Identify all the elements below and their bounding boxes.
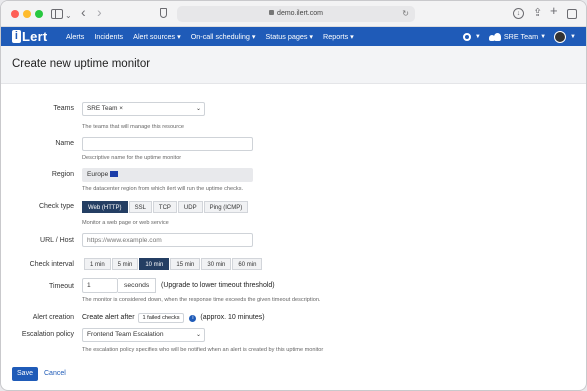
chevron-down-icon[interactable]: ⌄ (65, 9, 72, 23)
escalation-policy-value: Frontend Team Escalation (87, 331, 164, 338)
timeout-label: Timeout (48, 283, 74, 290)
interval-option-30min[interactable]: 30 min (201, 258, 232, 270)
check-type-option-tcp[interactable]: TCP (152, 201, 177, 213)
nav-item-alert-sources[interactable]: Alert sources ▾ (133, 32, 181, 41)
info-icon[interactable]: i (189, 315, 197, 322)
logo-mark: i (12, 30, 21, 43)
check-type-option-web[interactable]: Web (HTTP) (82, 201, 128, 213)
name-help: Descriptive name for the uptime monitor (82, 155, 182, 161)
check-type-help: Monitor a web page or web service (82, 220, 169, 226)
close-window-button[interactable] (11, 10, 19, 18)
alert-creation-row: Create alert after 1 failed checks i (ap… (82, 313, 265, 323)
ilert-logo[interactable]: i Lert (12, 29, 47, 44)
top-nav: i Lert Alerts Incidents Alert sources ▾ O… (1, 27, 586, 46)
minimize-window-button[interactable] (23, 10, 31, 18)
region-label: Region (51, 171, 74, 178)
check-interval-label: Check interval (29, 261, 74, 268)
region-select[interactable]: Europe (82, 168, 253, 182)
tab-overview-icon[interactable] (567, 9, 577, 19)
escalation-policy-help: The escalation policy specifies who will… (82, 347, 324, 353)
avatar[interactable] (554, 30, 567, 43)
reload-icon[interactable]: ↻ (402, 6, 409, 22)
failed-checks-selector[interactable]: 1 failed checks (138, 313, 184, 323)
address-bar[interactable]: demo.ilert.com ↻ (177, 6, 415, 22)
nav-items: Alerts Incidents Alert sources ▾ On-call… (66, 27, 364, 46)
team-icon (488, 32, 501, 41)
interval-option-10min[interactable]: 10 min (139, 258, 170, 270)
alert-creation-suffix: (approx. 10 minutes) (200, 314, 265, 321)
nav-item-incidents[interactable]: Incidents (94, 32, 123, 41)
nav-item-on-call-scheduling[interactable]: On-call scheduling ▾ (191, 32, 256, 41)
nav-item-reports[interactable]: Reports ▾ (323, 32, 354, 41)
shield-icon[interactable] (160, 8, 167, 18)
team-switcher[interactable]: SRE Team (504, 32, 538, 41)
check-interval-segmented: 1 min 5 min 10 min 15 min 30 min 60 min (84, 258, 263, 270)
chevron-down-icon[interactable]: ▼ (475, 34, 481, 40)
team-tag: SRE Team × (87, 103, 123, 115)
chevron-down-icon: ⌄ (195, 106, 201, 112)
download-icon[interactable]: ↓ (513, 8, 524, 19)
gear-icon[interactable] (462, 32, 471, 41)
teams-select[interactable]: SRE Team × ⌄ (82, 102, 205, 116)
region-value: Europe (87, 171, 109, 178)
interval-option-1min[interactable]: 1 min (84, 258, 111, 270)
chevron-down-icon: ⌄ (195, 332, 201, 338)
chevron-down-icon[interactable]: ▼ (570, 34, 576, 40)
interval-option-15min[interactable]: 15 min (170, 258, 201, 270)
forward-icon[interactable]: › (97, 5, 102, 19)
name-input[interactable] (82, 137, 253, 151)
teams-label: Teams (53, 105, 74, 112)
nav-right: ▼ SRE Team ▼ ▼ (462, 27, 576, 46)
maximize-window-button[interactable] (35, 10, 43, 18)
url-host-label: URL / Host (40, 237, 74, 244)
escalation-policy-label: Escalation policy (21, 331, 74, 338)
nav-item-alerts[interactable]: Alerts (66, 32, 84, 41)
check-type-option-ssl[interactable]: SSL (128, 201, 152, 213)
cancel-button[interactable]: Cancel (44, 367, 66, 381)
logo-text: Lert (22, 29, 48, 44)
browser-toolbar: ⌄ ‹ › demo.ilert.com ↻ ↓ ⇪ + (1, 1, 586, 27)
nav-item-status-pages[interactable]: Status pages ▾ (265, 32, 313, 41)
region-help: The datacenter region from which ilert w… (82, 186, 244, 192)
remove-tag-icon[interactable]: × (119, 105, 123, 112)
teams-help: The teams that will manage this resource (82, 124, 184, 130)
new-tab-icon[interactable]: + (550, 4, 558, 18)
address-text: demo.ilert.com (277, 10, 323, 17)
check-type-segmented: Web (HTTP) SSL TCP UDP Ping (ICMP) (82, 201, 249, 213)
timeout-input[interactable]: 1 (82, 278, 118, 293)
check-type-option-udp[interactable]: UDP (177, 201, 203, 213)
save-button[interactable]: Save (12, 367, 38, 381)
sidebar-icon[interactable] (51, 9, 63, 19)
alert-creation-label: Alert creation (32, 314, 74, 321)
page-title: Create new uptime monitor (12, 58, 151, 70)
upgrade-timeout-link[interactable]: (Upgrade to lower timeout threshold) (161, 282, 275, 289)
timeout-unit: seconds (118, 278, 157, 293)
share-icon[interactable]: ⇪ (533, 6, 542, 20)
back-icon[interactable]: ‹ (81, 5, 86, 19)
interval-option-5min[interactable]: 5 min (111, 258, 139, 270)
alert-creation-prefix: Create alert after (82, 314, 135, 321)
check-type-label: Check type (38, 203, 74, 210)
interval-option-60min[interactable]: 60 min (232, 258, 263, 270)
escalation-policy-select[interactable]: Frontend Team Escalation ⌄ (82, 328, 205, 342)
chevron-down-icon[interactable]: ▼ (540, 34, 546, 40)
browser-window: ⌄ ‹ › demo.ilert.com ↻ ↓ ⇪ + i Lert Alert… (0, 0, 587, 391)
url-host-input[interactable] (82, 233, 253, 247)
eu-flag-icon (110, 170, 119, 177)
lock-icon (269, 10, 275, 15)
timeout-help: The monitor is considered down, when the… (82, 297, 321, 303)
check-type-option-ping[interactable]: Ping (ICMP) (203, 201, 249, 213)
name-label: Name (55, 140, 74, 147)
